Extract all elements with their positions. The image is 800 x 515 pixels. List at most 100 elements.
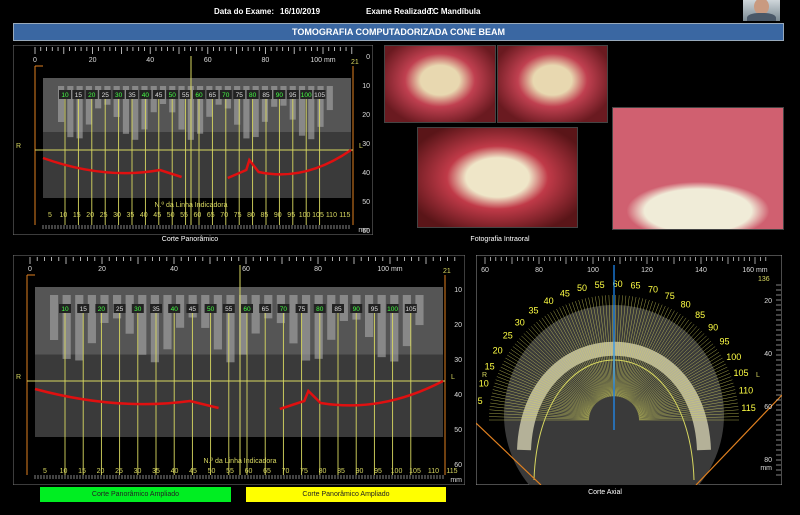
bottom-scale-label: 40 (171, 468, 179, 475)
indicator-line-label: 70 (280, 306, 288, 313)
indicator-line-label: 55 (182, 92, 190, 99)
ruler-label: 80 (535, 267, 543, 274)
indicator-caption: N.º da Linha Indicadora (204, 458, 277, 465)
bottom-scale-label: 90 (274, 212, 282, 219)
tooth (289, 295, 298, 344)
ruler-label: 160 mm (742, 267, 767, 274)
indicator-line-label: 10 (61, 306, 69, 313)
indicator-line-label: 80 (249, 92, 257, 99)
indicator-line-label: 30 (134, 306, 142, 313)
panoramic-zoom-green-button[interactable]: Corte Panorâmico Ampliado (40, 487, 231, 502)
depth-unit: mm (760, 465, 772, 472)
fan-line-label: 30 (515, 317, 525, 327)
fan-line-label: 110 (739, 385, 753, 395)
exam-type-label: Exame Realizado: (366, 7, 435, 16)
depth-label: 40 (454, 392, 462, 399)
fan-line-label: 20 (493, 345, 503, 355)
bottom-scale-label: 95 (287, 212, 295, 219)
indicator-line-label: 105 (314, 92, 325, 99)
fan-line-label: 100 (726, 352, 741, 362)
fan-line-label: 95 (719, 336, 729, 346)
tooth (365, 295, 374, 338)
indicator-line-label: 50 (207, 306, 215, 313)
intraoral-photo-left[interactable] (497, 45, 608, 123)
indicator-line-label: 25 (102, 92, 110, 99)
bottom-scale-label: 55 (180, 212, 188, 219)
axial-caption: Corte Axial (588, 489, 622, 496)
indicator-line-label: 50 (169, 92, 177, 99)
fan-line-label: 5 (478, 396, 483, 406)
bottom-scale-label: 50 (208, 468, 216, 475)
indicator-line-label: 45 (155, 92, 163, 99)
indicator-line-label: 65 (262, 306, 270, 313)
intraoral-photo-right[interactable] (384, 45, 496, 123)
indicator-line-label: 60 (243, 306, 251, 313)
indicator-line-label: 45 (189, 306, 197, 313)
tooth (251, 295, 260, 334)
bottom-scale-label: 25 (100, 212, 108, 219)
bottom-scale-label: 45 (153, 212, 161, 219)
bottom-scale-label: 30 (134, 468, 142, 475)
indicator-line-label: 90 (353, 306, 361, 313)
bottom-scale-label: 80 (247, 212, 255, 219)
ruler-label: 20 (98, 266, 106, 273)
tooth (87, 295, 96, 344)
depth-label: 60 (764, 404, 772, 411)
indicator-caption: N.º da Linha Indicadora (155, 202, 228, 209)
depth-label: 80 (764, 457, 772, 464)
side-right-label: R (16, 374, 21, 381)
ruler-label: 60 (481, 267, 489, 274)
panoramic-zoom-view[interactable]: 0 20 40 60 80 100 mm 21 R L 10 15 20 25 30 35 40 45 50 55 6… (13, 255, 465, 485)
indicator-line-label: 85 (262, 92, 270, 99)
indicator-line-label: 55 (225, 306, 233, 313)
patient-photo (743, 0, 780, 21)
depth-label: 30 (362, 141, 370, 148)
fan-line-label: 15 (485, 362, 495, 372)
depth-label: 20 (362, 112, 370, 119)
depth-label: 10 (362, 83, 370, 90)
fan-line-label: 65 (630, 281, 640, 291)
panoramic-view[interactable]: 0 20 40 60 80 100 mm 21R L10 15 20 25 30 35 40 45 50 55 6… (13, 45, 373, 235)
indicator-line-label: 40 (142, 92, 150, 99)
indicator-line-label: 35 (152, 306, 160, 313)
ruler-label: 0 (33, 57, 37, 64)
bottom-scale-label: 35 (127, 212, 135, 219)
indicator-line-label: 75 (298, 306, 306, 313)
side-right-label: R (482, 372, 487, 379)
fan-line-label: 10 (479, 378, 489, 388)
ruler-label: 100 mm (310, 57, 335, 64)
tooth (163, 295, 172, 350)
ruler-label: 120 (641, 267, 653, 274)
depth-label: 40 (362, 170, 370, 177)
indicator-line-label: 100 (387, 306, 398, 313)
bottom-scale-label: 10 (60, 212, 68, 219)
page-title: TOMOGRAFIA COMPUTADORIZADA CONE BEAM (13, 23, 784, 41)
panoramic-zoom-yellow-button[interactable]: Corte Panorâmico Ampliado (246, 487, 446, 502)
bottom-scale-label: 90 (356, 468, 364, 475)
bottom-scale-label: 115 (446, 468, 457, 475)
bottom-scale-label: 65 (263, 468, 271, 475)
tooth (213, 295, 222, 350)
depth-unit: mm (358, 227, 370, 234)
indicator-line-label: 30 (115, 92, 123, 99)
intraoral-photo-lower-arch[interactable] (612, 107, 784, 230)
bottom-scale-label: 105 (312, 212, 324, 219)
fan-line-label: 45 (560, 288, 570, 298)
indicator-line-label: 85 (334, 306, 342, 313)
side-left-label: L (451, 374, 455, 381)
fan-line-label: 70 (648, 285, 658, 295)
bottom-scale-label: 95 (374, 468, 382, 475)
bottom-scale-label: 105 (409, 468, 421, 475)
slice-number: 21 (351, 59, 359, 66)
ruler-label: 0 (28, 266, 32, 273)
bottom-scale-label: 5 (43, 468, 47, 475)
indicator-line-label: 105 (405, 306, 416, 313)
indicator-line-label: 80 (316, 306, 324, 313)
photos-caption: Fotografia Intraoral (470, 236, 530, 243)
bottom-scale-label: 55 (226, 468, 234, 475)
bottom-scale-label: 20 (86, 212, 94, 219)
axial-view[interactable]: 60 80 100 120 140 160 mm136510152025303540455… (476, 255, 782, 485)
side-right-label: R (16, 143, 21, 150)
intraoral-photo-front[interactable] (417, 127, 578, 228)
indicator-line-label: 25 (116, 306, 124, 313)
